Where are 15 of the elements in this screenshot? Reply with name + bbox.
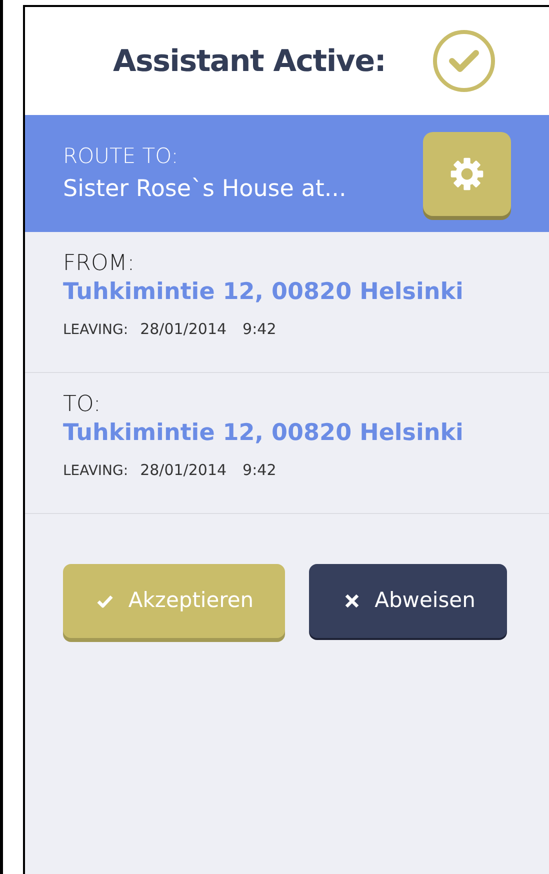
header-title: Assistant Active:: [113, 42, 386, 80]
address-text: Tuhkimintie 12, 00820 Helsinki: [63, 418, 464, 448]
leaving-date: 28/01/2014: [140, 460, 227, 482]
leaving-date: 28/01/2014: [140, 319, 227, 340]
reject-button[interactable]: Abweisen: [309, 564, 507, 638]
leaving-label: LEAVING:: [63, 462, 128, 482]
leg-label: FROM:: [63, 250, 136, 278]
settings-button[interactable]: [423, 132, 511, 216]
leaving-label: LEAVING:: [63, 321, 128, 340]
leg-label: TO:: [63, 391, 102, 418]
route-destination: Sister Rose`s House at...: [63, 175, 348, 204]
leaving-time: 9:42: [242, 319, 276, 340]
route-label: ROUTE TO:: [63, 142, 180, 170]
address-text: Tuhkimintie 12, 00820 Helsinki: [63, 278, 464, 306]
leaving-time: 9:42: [242, 460, 276, 482]
